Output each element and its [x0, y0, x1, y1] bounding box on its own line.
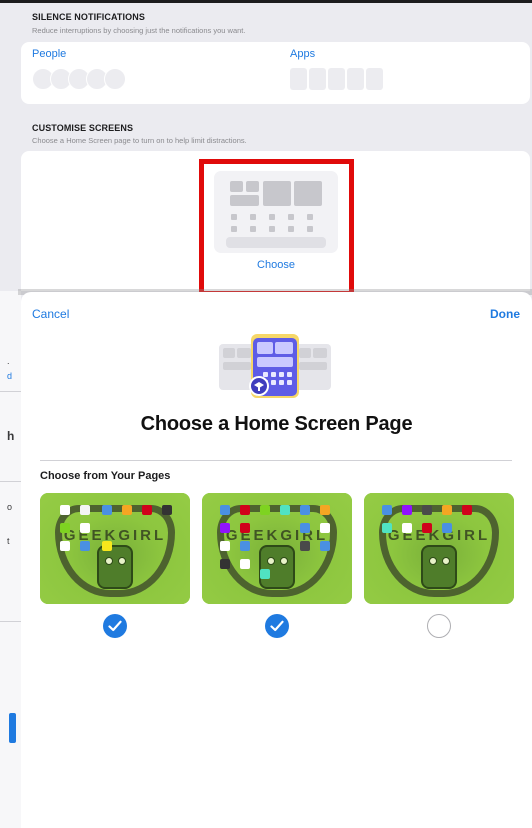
app-icon	[320, 523, 330, 533]
app-icon	[422, 505, 432, 515]
home-screen-page-3[interactable]: GEEKGIRL	[364, 493, 514, 604]
edge-divider	[0, 621, 21, 622]
checkmark-icon	[108, 620, 122, 632]
app-placeholder	[328, 68, 345, 90]
edge-text-fragment: o	[7, 502, 13, 512]
app-icon	[280, 505, 290, 515]
app-icon	[240, 505, 250, 515]
background-edge: . d h o t	[0, 291, 21, 828]
app-icon	[240, 523, 250, 533]
app-icon	[240, 541, 250, 551]
app-icon	[220, 559, 230, 569]
people-link[interactable]: People	[32, 48, 66, 60]
edge-text-fragment: d	[7, 371, 13, 381]
checkmark-icon	[270, 620, 284, 632]
app-placeholder	[366, 68, 383, 90]
app-icon	[102, 505, 112, 515]
customise-screens-subtitle: Choose a Home Screen page to turn on to …	[32, 136, 247, 145]
app-placeholder	[290, 68, 307, 90]
app-icon	[162, 505, 172, 515]
edge-divider	[0, 391, 21, 392]
page-1-checkbox[interactable]	[103, 614, 127, 638]
app-icon	[60, 523, 70, 533]
top-edge	[0, 0, 532, 3]
app-icon	[382, 523, 392, 533]
cancel-button[interactable]: Cancel	[32, 307, 69, 321]
app-icon	[442, 505, 452, 515]
app-placeholders[interactable]	[290, 68, 384, 90]
silence-notifications-subtitle: Reduce interruptions by choosing just th…	[32, 26, 246, 35]
people-avatars[interactable]	[32, 68, 126, 90]
apps-link[interactable]: Apps	[290, 48, 315, 60]
app-icon	[422, 523, 432, 533]
edge-blue-element	[9, 713, 16, 743]
app-icon	[220, 505, 230, 515]
app-icon	[300, 523, 310, 533]
done-button[interactable]: Done	[490, 307, 520, 321]
app-icon	[300, 541, 310, 551]
avatar	[104, 68, 126, 90]
home-screen-focus-icon	[219, 334, 331, 398]
app-icon	[240, 559, 250, 569]
red-highlight-box	[199, 159, 354, 296]
edge-text-fragment: .	[7, 356, 10, 366]
page-2-checkbox[interactable]	[265, 614, 289, 638]
app-icon	[320, 505, 330, 515]
robot-wallpaper	[259, 545, 295, 589]
app-icon	[60, 541, 70, 551]
app-icon	[220, 541, 230, 551]
app-icon	[402, 523, 412, 533]
robot-wallpaper	[97, 545, 133, 589]
app-icon	[60, 505, 70, 515]
customise-screens-title: CUSTOMISE SCREENS	[32, 123, 134, 133]
app-icon	[80, 505, 90, 515]
robot-wallpaper	[421, 545, 457, 589]
app-icon	[80, 541, 90, 551]
app-icon	[260, 505, 270, 515]
title-divider	[40, 460, 512, 461]
app-icon	[260, 569, 270, 579]
pages-list-header: Choose from Your Pages	[40, 470, 171, 482]
app-placeholder	[309, 68, 326, 90]
app-icon	[382, 505, 392, 515]
silence-notifications-title: SILENCE NOTIFICATIONS	[32, 12, 145, 22]
app-icon	[220, 523, 230, 533]
app-icon	[442, 523, 452, 533]
app-icon	[102, 541, 112, 551]
app-icon	[320, 541, 330, 551]
app-icon	[122, 505, 132, 515]
home-screen-page-1[interactable]: GEEKGIRL	[40, 493, 190, 604]
page-3-checkbox[interactable]	[427, 614, 451, 638]
app-icon	[80, 523, 90, 533]
app-icon	[300, 505, 310, 515]
app-icon	[402, 505, 412, 515]
edge-divider	[0, 481, 21, 482]
edge-text-fragment: t	[7, 536, 10, 546]
app-icon	[142, 505, 152, 515]
app-placeholder	[347, 68, 364, 90]
home-screen-page-2[interactable]: GEEKGIRL	[202, 493, 352, 604]
edge-text-fragment: h	[7, 429, 15, 443]
app-icon	[462, 505, 472, 515]
sheet-title: Choose a Home Screen Page	[140, 413, 413, 435]
